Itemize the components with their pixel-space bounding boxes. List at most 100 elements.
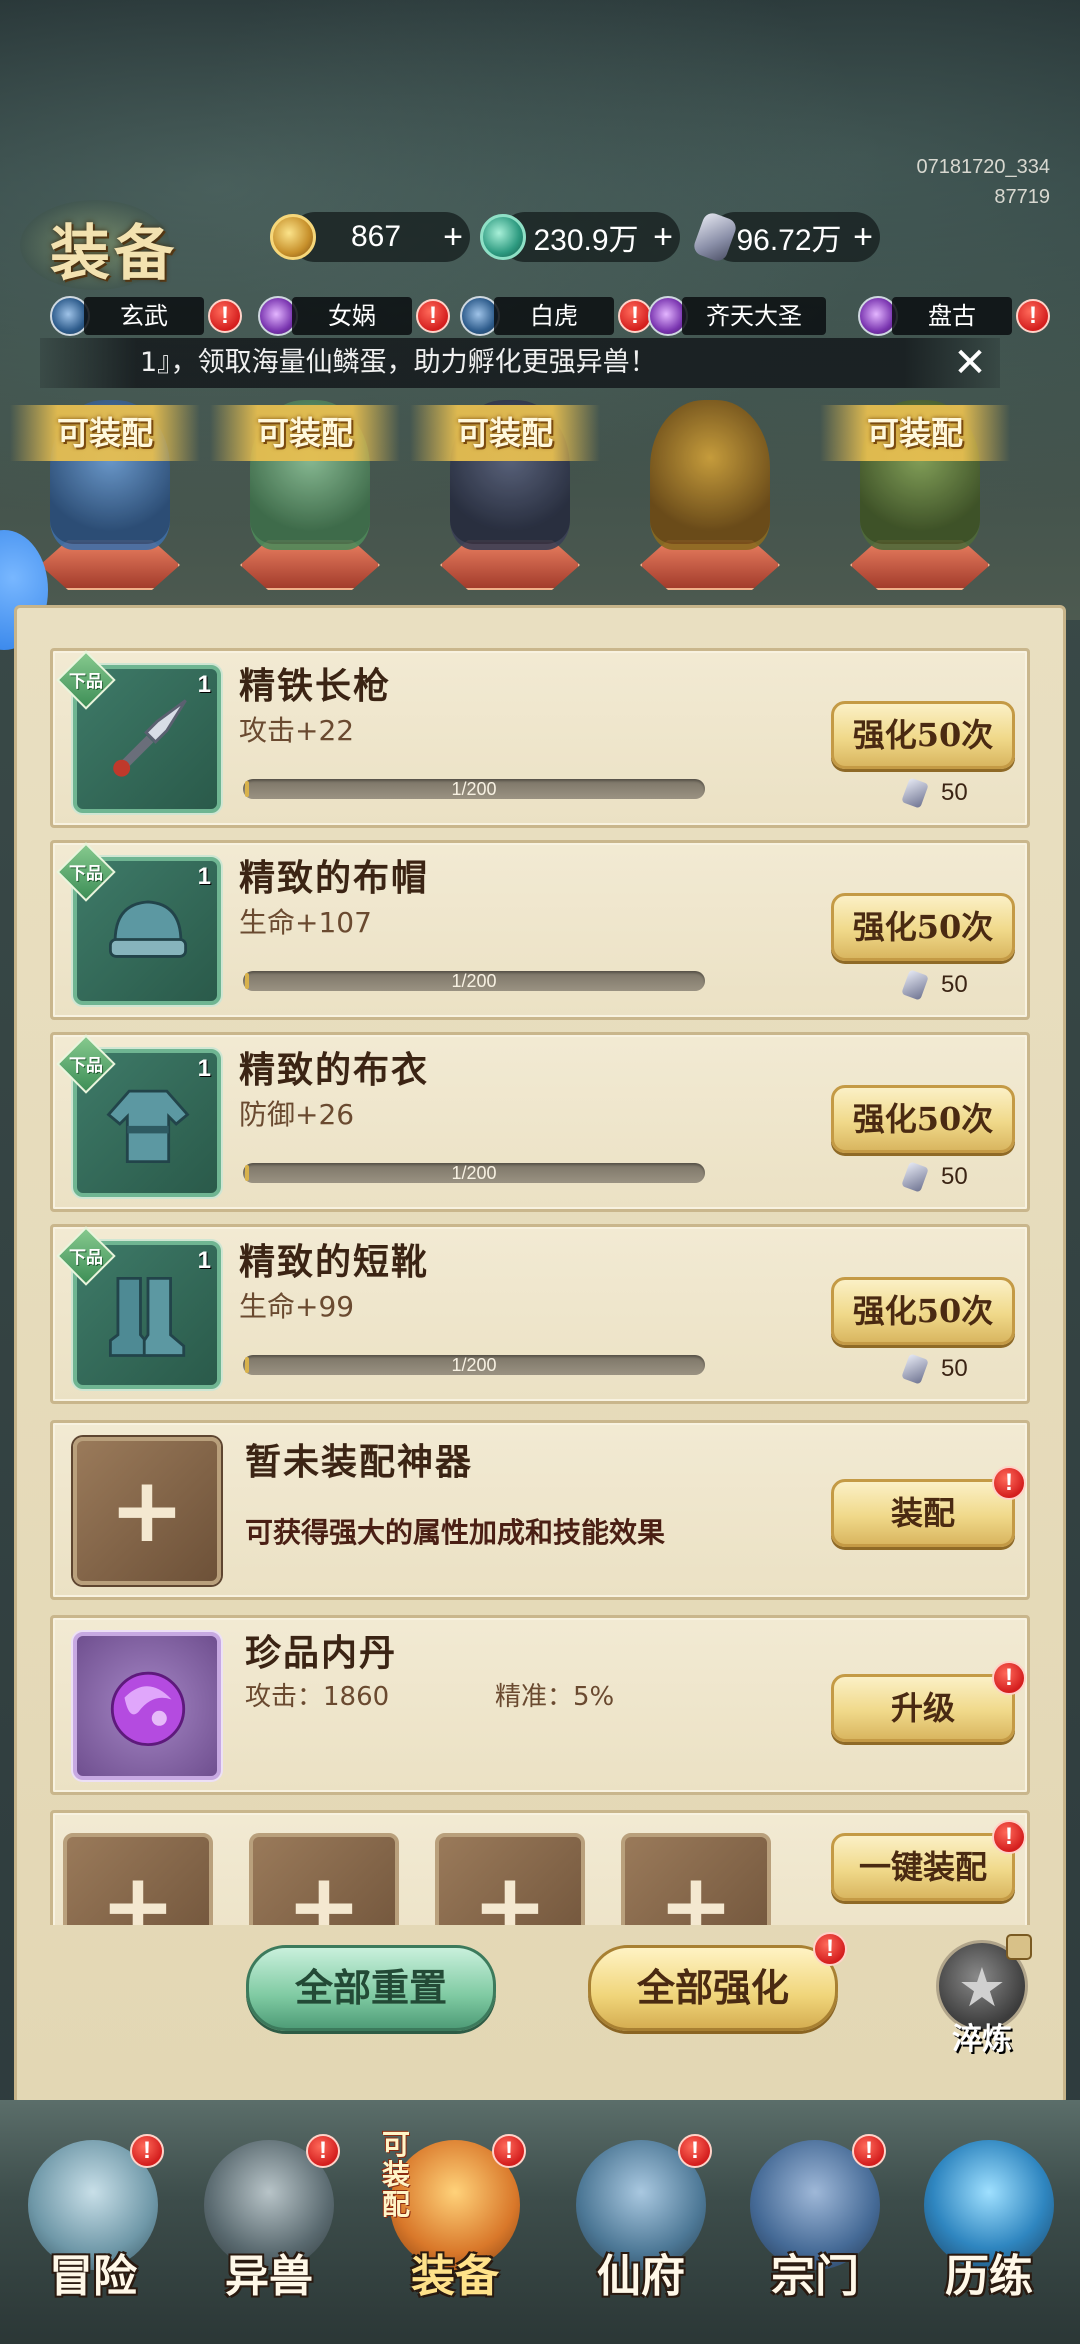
artifact-description: 可获得强大的属性加成和技能效果 [245, 1516, 666, 1549]
tab-label: 盘古 [892, 297, 1012, 335]
alert-icon: ! [130, 2134, 164, 2168]
currency-gold-value: 867 [350, 220, 402, 253]
nav-adventure[interactable]: 冒险 ! [8, 2120, 178, 2320]
star-icon: ★ [957, 1956, 1007, 2019]
currency-jade: 230.9万 + [480, 212, 680, 262]
equipment-thumb[interactable]: 下品 1 [56, 650, 221, 813]
nav-training[interactable]: 历练 [904, 2120, 1074, 2320]
add-gold-button[interactable]: + [436, 218, 470, 257]
tab-xuanwu[interactable]: 玄武 ! [50, 294, 242, 338]
button-label: 一键装配 [858, 1848, 987, 1886]
tab-qitiandasheng[interactable]: 齐天大圣 [648, 294, 826, 338]
refine-label: 淬炼 [952, 2022, 1012, 2057]
enhance-progress-bar: 1/200 [243, 779, 705, 799]
nav-sect[interactable]: 宗门 ! [730, 2120, 900, 2320]
crystal-icon [901, 1353, 929, 1385]
crystal-icon [901, 1161, 929, 1193]
core-thumb[interactable] [73, 1632, 221, 1780]
hero-slot[interactable] [610, 390, 800, 600]
equipment-name: 精铁长枪 [239, 665, 392, 707]
progress-text: 1/200 [451, 971, 497, 991]
alert-icon: ! [416, 299, 450, 333]
bottom-nav: 冒险 ! 异兽 ! 装备 ! 可装配 仙府 ! 宗门 ! 历练 [0, 2100, 1080, 2344]
nav-equipment[interactable]: 装备 ! 可装配 [370, 2120, 540, 2320]
artifact-title: 暂未装配神器 [245, 1441, 474, 1483]
item-count: 1 [197, 863, 211, 890]
cost-value: 50 [941, 779, 968, 806]
tab-label: 女娲 [292, 297, 412, 335]
tab-pangu[interactable]: 盘古 ! [858, 294, 1050, 338]
hero-lineup: 可装配 可装配 可装配 可装配 [0, 390, 1080, 600]
add-crystal-button[interactable]: + [846, 218, 880, 257]
plus-icon: + [472, 1854, 548, 1925]
equip-artifact-button[interactable]: 装配 ! [831, 1466, 1026, 1547]
crystal-icon [901, 777, 929, 809]
hero-slot[interactable]: 可装配 [410, 390, 600, 600]
equipment-card-boots: 下品 1 精致的短靴 生命+99 1/200 强化50次 50 [50, 1224, 1030, 1404]
refine-button[interactable]: ★ 淬炼 [932, 1934, 1032, 2057]
tab-label: 齐天大圣 [682, 297, 826, 335]
equipment-list[interactable]: 下品 1 精铁长枪 攻击+22 1/200 强化50次 50 下品 1 精致的布… [36, 640, 1032, 1925]
enhance-progress-bar: 1/200 [243, 971, 705, 991]
equipment-name: 精致的布帽 [239, 857, 430, 899]
accessory-slot[interactable]: + [249, 1833, 399, 1925]
add-jade-button[interactable]: + [646, 218, 680, 257]
enhance-cost: 50 [901, 1353, 968, 1385]
close-icon[interactable]: ✕ [950, 343, 990, 383]
upgrade-button[interactable]: 升级 ! [831, 1661, 1026, 1742]
gold-coin-icon [270, 214, 316, 260]
reset-all-button[interactable]: 全部重置 [246, 1945, 496, 2031]
tab-nuwa[interactable]: 女娲 ! [258, 294, 450, 338]
tab-baihu[interactable]: 白虎 ! [460, 294, 652, 338]
enhance-progress-bar: 1/200 [243, 1355, 705, 1375]
equipment-stat: 防御+26 [239, 1098, 355, 1131]
alert-icon: ! [852, 2134, 886, 2168]
progress-text: 1/200 [451, 1163, 497, 1183]
one-click-equip-button[interactable]: 一键装配 ! [831, 1820, 1026, 1901]
alert-icon: ! [992, 1820, 1026, 1854]
enhance-50-button[interactable]: 强化50次 [831, 893, 1015, 961]
equippable-banner: 可装配 [410, 405, 600, 461]
alert-icon: ! [1016, 299, 1050, 333]
nav-label: 冒险 [49, 2251, 137, 2302]
beast-tabs: 玄武 ! 女娲 ! 白虎 ! 齐天大圣 盘古 ! [50, 294, 1050, 338]
artifact-card: + 暂未装配神器 可获得强大的属性加成和技能效果 装配 ! [50, 1420, 1030, 1600]
progress-text: 1/200 [451, 779, 497, 799]
cost-value: 50 [941, 1163, 968, 1190]
button-label: 全部强化 [636, 1965, 789, 2010]
quality-label: 下品 [69, 672, 103, 692]
accessory-slot[interactable]: + [435, 1833, 585, 1925]
robe-icon [106, 1089, 190, 1164]
accessory-slots-card: + + + + 一键装配 ! [50, 1810, 1030, 1925]
item-count: 1 [197, 1055, 211, 1082]
core-stat-attack: 攻击：1860 [245, 1682, 390, 1712]
accessory-slot[interactable]: + [621, 1833, 771, 1925]
page-title: 装备 [50, 219, 178, 289]
nav-beasts[interactable]: 异兽 ! [184, 2120, 354, 2320]
accessory-slot[interactable]: + [63, 1833, 213, 1925]
equipment-name: 精致的布衣 [239, 1049, 430, 1091]
enhance-all-button[interactable]: 全部强化 ! [588, 1932, 847, 2031]
boots-icon [108, 1276, 186, 1357]
equippable-banner: 可装配 [210, 405, 400, 461]
equipment-thumb[interactable]: 下品 1 [56, 842, 221, 1005]
hero-slot[interactable]: 可装配 [210, 390, 400, 600]
crystal-icon [901, 969, 929, 1001]
beast-figure [650, 400, 770, 550]
nav-mansion[interactable]: 仙府 ! [556, 2120, 726, 2320]
currency-gold: 867 + [270, 212, 470, 262]
enhance-50-button[interactable]: 强化50次 [831, 1085, 1015, 1153]
plus-icon: + [100, 1854, 176, 1925]
equippable-badge: 可装配 [382, 2128, 411, 2221]
orb-icon [110, 1671, 186, 1747]
alert-icon: ! [618, 299, 652, 333]
hero-slot[interactable]: 可装配 [820, 390, 1010, 600]
artifact-slot[interactable]: + [73, 1437, 221, 1585]
enhance-50-button[interactable]: 强化50次 [831, 1277, 1015, 1345]
equipment-thumb[interactable]: 下品 1 [56, 1226, 221, 1389]
equippable-banner: 可装配 [820, 405, 1010, 461]
nav-label: 装备 [411, 2251, 499, 2302]
currency-crystal: 96.72万 + [691, 210, 880, 264]
enhance-50-button[interactable]: 强化50次 [831, 701, 1015, 769]
equipment-thumb[interactable]: 下品 1 [56, 1034, 221, 1197]
